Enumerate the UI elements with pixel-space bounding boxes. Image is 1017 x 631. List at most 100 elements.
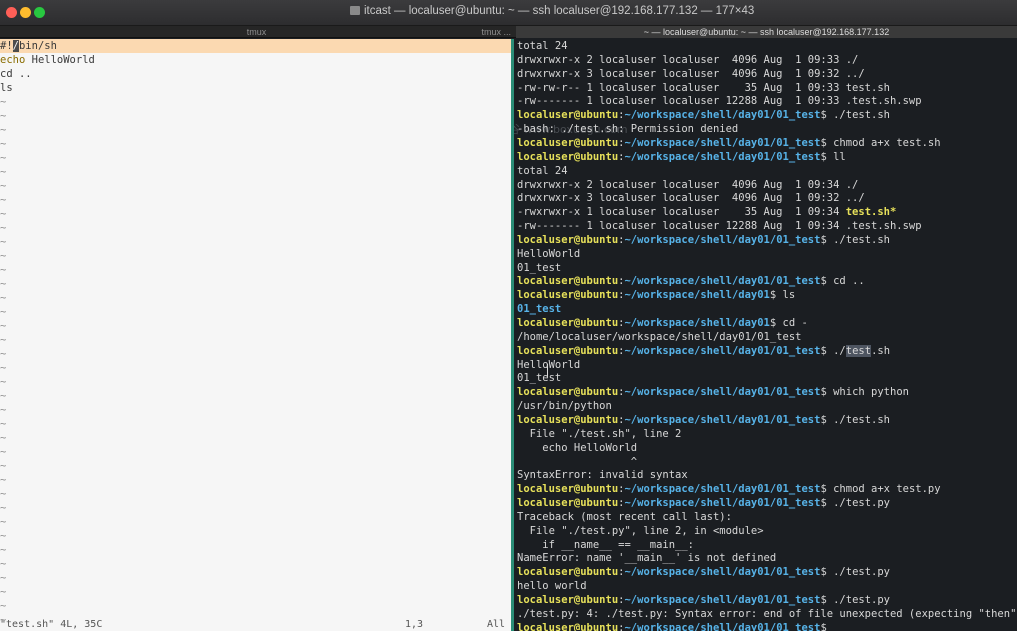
minimize-window-button[interactable]: [20, 7, 31, 18]
command-text: ./test.py: [833, 566, 891, 579]
terminal-output-line: HelloWorld: [517, 247, 581, 260]
close-window-button[interactable]: [6, 7, 17, 18]
prompt-user: localuser@ubuntu: [517, 233, 619, 246]
prompt-symbol: $: [820, 233, 834, 246]
terminal-command-line: localuser@ubuntu:~/workspace/shell/day01…: [517, 233, 890, 247]
tab-tmux[interactable]: tmux: [0, 26, 513, 38]
empty-line-marker: ~: [0, 460, 7, 472]
terminal-command-line: localuser@ubuntu:~/workspace/shell/day01…: [517, 136, 941, 150]
terminal-command-line: localuser@ubuntu:~/workspace/shell/day01…: [517, 565, 890, 579]
prompt-symbol: $: [820, 136, 834, 149]
prompt-user: localuser@ubuntu: [517, 136, 619, 149]
terminal-output-line: -rw------- 1 localuser localuser 12288 A…: [517, 220, 922, 233]
empty-line-marker: ~: [0, 180, 7, 192]
prompt-path: ~/workspace/shell/day01/01_test: [624, 109, 821, 122]
prompt-user: localuser@ubuntu: [517, 566, 619, 579]
terminal-output-line: total 24: [517, 40, 568, 52]
command-text: ls: [782, 289, 796, 302]
command-text: ./test.py: [833, 497, 891, 510]
empty-line-marker: ~: [0, 124, 7, 136]
terminal-pane[interactable]: 博学谷 www.boxuegu.com total 24drwxrwxr-x 2…: [514, 39, 1017, 631]
prompt-user: localuser@ubuntu: [517, 275, 619, 288]
empty-line-marker: ~: [0, 152, 7, 164]
terminal-output-line: File "./test.sh", line 2: [517, 427, 682, 440]
prompt-symbol: $: [820, 275, 834, 288]
terminal-output-line: total 24: [517, 164, 568, 177]
empty-line-marker: ~: [0, 474, 7, 486]
empty-line-marker: ~: [0, 264, 7, 276]
terminal-output-line: 01_test: [517, 261, 562, 274]
empty-line-marker: ~: [0, 544, 7, 556]
prompt-user: localuser@ubuntu: [517, 483, 619, 496]
editor-line[interactable]: #!/bin/sh: [0, 39, 57, 53]
prompt-path: ~/workspace/shell/day01/01_test: [624, 386, 821, 399]
window-title-label: itcast — localuser@ubuntu: ~ — ssh local…: [364, 5, 755, 17]
prompt-user: localuser@ubuntu: [517, 386, 619, 399]
empty-line-marker: ~: [0, 446, 7, 458]
prompt-symbol: $: [820, 109, 834, 122]
empty-line-marker: ~: [0, 110, 7, 122]
terminal-output-line: /home/localuser/workspace/shell/day01/01…: [517, 330, 802, 343]
terminal-output-line: -rw-rw-r-- 1 localuser localuser 35 Aug …: [517, 81, 890, 94]
command-text: which python: [833, 386, 909, 399]
prompt-path: ~/workspace/shell/day01/01_test: [624, 497, 821, 510]
terminal-output-line: echo HelloWorld: [517, 441, 638, 454]
editor-line[interactable]: ls: [0, 81, 13, 95]
command-text: ./test.py: [833, 594, 891, 606]
empty-line-marker: ~: [0, 390, 7, 402]
empty-line-marker: ~: [0, 572, 7, 584]
empty-line-marker: ~: [0, 208, 7, 220]
empty-line-marker: ~: [0, 96, 7, 108]
empty-line-marker: ~: [0, 432, 7, 444]
tab-ssh[interactable]: ~ — localuser@ubuntu: ~ — ssh localuser@…: [516, 26, 1017, 38]
prompt-path: ~/workspace/shell/day01: [624, 289, 770, 302]
empty-line-marker: ~: [0, 362, 7, 374]
prompt-user: localuser@ubuntu: [517, 621, 619, 631]
terminal-output-line: hello world: [517, 580, 587, 593]
terminal-output-line: 01_test: [517, 372, 562, 385]
terminal-output-line: drwxrwxr-x 2 localuser localuser 4096 Au…: [517, 178, 859, 191]
terminal-output-line: -rw------- 1 localuser localuser 12288 A…: [517, 95, 922, 108]
editor-line[interactable]: cd ..: [0, 67, 32, 81]
empty-line-marker: ~: [0, 320, 7, 332]
terminal-command-line: localuser@ubuntu:~/workspace/shell/day01…: [517, 413, 890, 427]
vim-editor-pane[interactable]: "test.sh" 4L, 35C 1,3 All #!/bin/sh echo …: [0, 39, 511, 631]
window-titlebar: itcast — localuser@ubuntu: ~ — ssh local…: [0, 0, 1017, 26]
empty-line-marker: ~: [0, 292, 7, 304]
terminal-command-line: localuser@ubuntu:~/workspace/shell/day01…: [517, 150, 846, 164]
editor-line[interactable]: echo HelloWorld: [0, 53, 95, 67]
maximize-window-button[interactable]: [34, 7, 45, 18]
empty-line-marker: ~: [0, 376, 7, 388]
window-title: itcast — localuser@ubuntu: ~ — ssh local…: [350, 5, 754, 21]
terminal-command-line: localuser@ubuntu:~/workspace/shell/day01…: [517, 621, 833, 631]
prompt-path: ~/workspace/shell/day01/01_test: [624, 594, 821, 606]
prompt-path: ~/workspace/shell/day01/01_test: [624, 150, 821, 163]
prompt-user: localuser@ubuntu: [517, 317, 619, 329]
status-file-info: "test.sh" 4L, 35C: [0, 619, 103, 630]
prompt-path: ~/workspace/shell/day01/01_test: [624, 275, 821, 288]
prompt-symbol: $: [820, 150, 834, 163]
cursor-line-highlight: [0, 39, 511, 53]
empty-line-marker: ~: [0, 558, 7, 570]
empty-line-marker: ~: [0, 530, 7, 542]
empty-line-marker: ~: [0, 334, 7, 346]
command-text: ./test.sh: [833, 109, 891, 122]
terminal-command-line: localuser@ubuntu:~/workspace/shell/day01…: [517, 496, 890, 510]
terminal-output-line: File "./test.py", line 2, in <module>: [517, 524, 764, 537]
empty-line-marker: ~: [0, 222, 7, 234]
terminal-output-line: /usr/bin/python: [517, 400, 612, 413]
prompt-symbol: $: [820, 594, 834, 606]
empty-line-marker: ~: [0, 166, 7, 178]
directory-name: 01_test: [517, 303, 562, 316]
prompt-user: localuser@ubuntu: [517, 109, 619, 122]
terminal-output-line: -rwxrwxr-x 1 localuser localuser 35 Aug …: [517, 205, 896, 219]
empty-line-marker: ~: [0, 614, 7, 626]
prompt-symbol: $: [769, 317, 783, 329]
terminal-output-line: if __name__ == __main__:: [517, 538, 695, 551]
command-text: chmod a+x test.py: [833, 483, 941, 496]
command-text: chmod a+x test.sh: [833, 136, 941, 149]
prompt-user: localuser@ubuntu: [517, 594, 619, 606]
prompt-symbol: $: [820, 497, 834, 510]
prompt-path: ~/workspace/shell/day01: [624, 317, 770, 329]
tab-tmux-secondary[interactable]: tmux ...: [440, 26, 515, 38]
